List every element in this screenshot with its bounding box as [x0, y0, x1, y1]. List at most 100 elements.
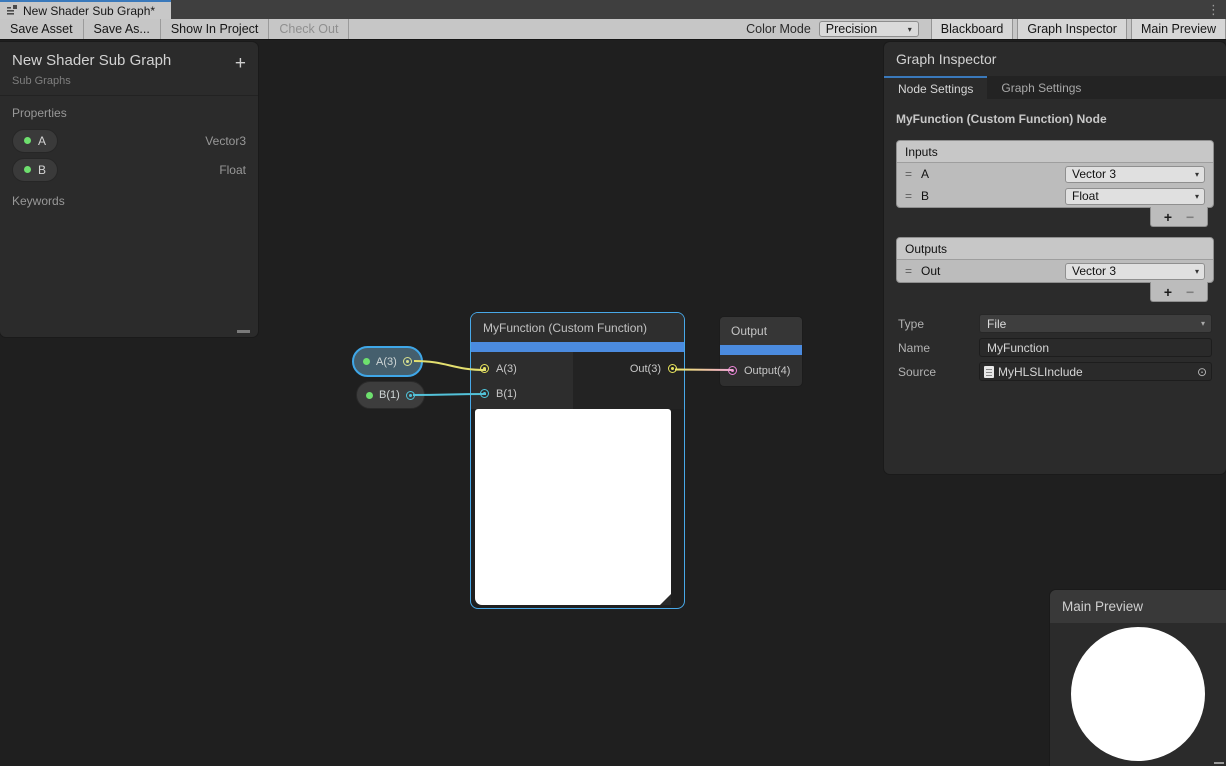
name-input[interactable]: MyFunction	[979, 338, 1212, 357]
port-icon[interactable]	[480, 364, 489, 373]
outputs-list-header: Outputs	[897, 238, 1213, 260]
inputs-row-a[interactable]: = A Vector 3 ▾	[897, 163, 1213, 185]
port-icon[interactable]	[480, 389, 489, 398]
inputs-list-footer: + −	[1150, 207, 1208, 227]
preview-resize-grip[interactable]	[660, 594, 671, 605]
graph-inspector-panel: Graph Inspector Node Settings Graph Sett…	[884, 42, 1226, 474]
inputs-row-b[interactable]: = B Float ▾	[897, 185, 1213, 207]
inputs-list: Inputs = A Vector 3 ▾ = B Float ▾	[896, 140, 1214, 208]
object-picker-icon[interactable]: ⊙	[1197, 365, 1207, 379]
save-as-button[interactable]: Save As...	[84, 19, 161, 39]
outputs-row-out[interactable]: = Out Vector 3 ▾	[897, 260, 1213, 282]
main-preview-body	[1050, 623, 1226, 766]
graph-inspector-title[interactable]: Graph Inspector	[884, 42, 1226, 76]
kebab-menu-icon[interactable]: ⋮	[1207, 1, 1220, 18]
output-ports-column: Out(3)	[573, 352, 684, 409]
node-output[interactable]: Output Output(4)	[720, 317, 802, 386]
inspected-node-title: MyFunction (Custom Function) Node	[884, 99, 1226, 140]
add-output-button[interactable]: +	[1164, 285, 1172, 299]
color-mode-dropdown[interactable]: Precision ▾	[819, 21, 919, 37]
port-icon[interactable]	[406, 391, 415, 400]
property-type: Float	[219, 163, 246, 177]
chevron-down-icon: ▾	[1195, 267, 1199, 276]
property-dot-icon	[24, 137, 31, 144]
check-out-button: Check Out	[269, 19, 349, 39]
color-mode-value: Precision	[826, 22, 877, 36]
port-label: B(1)	[496, 388, 517, 400]
add-input-button[interactable]: +	[1164, 210, 1172, 224]
output-type-dropdown[interactable]: Vector 3 ▾	[1065, 263, 1205, 280]
graph-canvas[interactable]: A(3) B(1) MyFunction (Custom Function) A…	[0, 40, 1226, 766]
blackboard-toggle-button[interactable]: Blackboard	[931, 19, 1014, 39]
show-in-project-button[interactable]: Show In Project	[161, 19, 270, 39]
property-row-a: A Vector3	[0, 126, 258, 155]
property-dot-icon	[366, 392, 373, 399]
port-label: Output(4)	[744, 365, 790, 377]
type-dropdown[interactable]: File ▾	[979, 314, 1212, 333]
node-myfunction[interactable]: MyFunction (Custom Function) A(3) B(1) O…	[470, 312, 685, 609]
drag-handle-icon[interactable]: =	[905, 264, 911, 278]
port-row-a[interactable]: A(3)	[471, 356, 573, 381]
type-label: Type	[898, 317, 979, 331]
add-property-button[interactable]: +	[235, 54, 246, 73]
remove-output-button[interactable]: −	[1186, 285, 1194, 299]
tab-new-shader-sub-graph[interactable]: New Shader Sub Graph*	[0, 0, 171, 19]
main-preview-title[interactable]: Main Preview	[1050, 590, 1226, 623]
keywords-section-label: Keywords	[12, 194, 246, 208]
save-asset-button[interactable]: Save Asset	[0, 19, 84, 39]
tab-graph-settings[interactable]: Graph Settings	[987, 76, 1095, 99]
graph-inspector-toggle-button[interactable]: Graph Inspector	[1017, 19, 1127, 39]
outputs-list-footer: + −	[1150, 282, 1208, 302]
shader-graph-window: New Shader Sub Graph* ⋮ Save Asset Save …	[0, 0, 1226, 766]
node-ports: A(3) B(1) Out(3)	[471, 352, 684, 409]
remove-input-button[interactable]: −	[1186, 210, 1194, 224]
tab-bar: New Shader Sub Graph* ⋮	[0, 0, 1226, 19]
name-label: Name	[898, 341, 979, 355]
port-label: Out(3)	[630, 363, 661, 375]
tab-title: New Shader Sub Graph*	[23, 4, 155, 18]
input-ports-column: A(3) B(1)	[471, 352, 573, 409]
output-type-value: Vector 3	[1072, 264, 1116, 278]
precision-color-band	[720, 345, 802, 355]
chevron-down-icon: ▾	[1201, 319, 1205, 328]
port-icon[interactable]	[668, 364, 677, 373]
name-field-row: Name MyFunction	[884, 338, 1226, 357]
property-name: A	[38, 134, 46, 148]
property-name: B	[38, 163, 46, 177]
property-node-b[interactable]: B(1)	[356, 381, 425, 409]
type-value: File	[987, 317, 1006, 331]
property-dot-icon	[24, 166, 31, 173]
source-object-field[interactable]: MyHLSLInclude ⊙	[979, 362, 1212, 381]
property-row-b: B Float	[0, 155, 258, 184]
blackboard-header[interactable]: New Shader Sub Graph Sub Graphs +	[0, 42, 258, 96]
blackboard-subtitle: Sub Graphs	[12, 75, 246, 87]
property-node-a[interactable]: A(3)	[352, 346, 423, 377]
port-row-out[interactable]: Out(3)	[573, 356, 684, 381]
port-row-b[interactable]: B(1)	[471, 381, 573, 406]
input-type-dropdown[interactable]: Float ▾	[1065, 188, 1205, 205]
source-label: Source	[898, 365, 979, 379]
node-title[interactable]: MyFunction (Custom Function)	[471, 313, 684, 342]
output-name: Out	[921, 264, 1065, 278]
inspector-tabs: Node Settings Graph Settings	[884, 76, 1226, 99]
tab-node-settings[interactable]: Node Settings	[884, 76, 987, 99]
blackboard-resize-handle[interactable]	[237, 330, 250, 333]
port-row-output[interactable]: Output(4)	[720, 355, 802, 386]
property-node-label: A(3)	[376, 356, 397, 368]
property-type: Vector3	[205, 134, 246, 148]
port-label: A(3)	[496, 363, 517, 375]
inputs-list-header: Inputs	[897, 141, 1213, 163]
port-icon[interactable]	[403, 357, 412, 366]
chevron-down-icon: ▾	[1195, 170, 1199, 179]
port-icon[interactable]	[728, 366, 737, 375]
drag-handle-icon[interactable]: =	[905, 167, 911, 181]
node-title[interactable]: Output	[720, 317, 802, 345]
node-preview	[475, 409, 671, 605]
main-preview-toggle-button[interactable]: Main Preview	[1131, 19, 1226, 39]
property-node-label: B(1)	[379, 389, 400, 401]
drag-handle-icon[interactable]: =	[905, 189, 911, 203]
input-type-dropdown[interactable]: Vector 3 ▾	[1065, 166, 1205, 183]
property-pill-b[interactable]: B	[12, 158, 58, 182]
preview-panel-resize-handle[interactable]	[1214, 762, 1224, 764]
property-pill-a[interactable]: A	[12, 129, 58, 153]
